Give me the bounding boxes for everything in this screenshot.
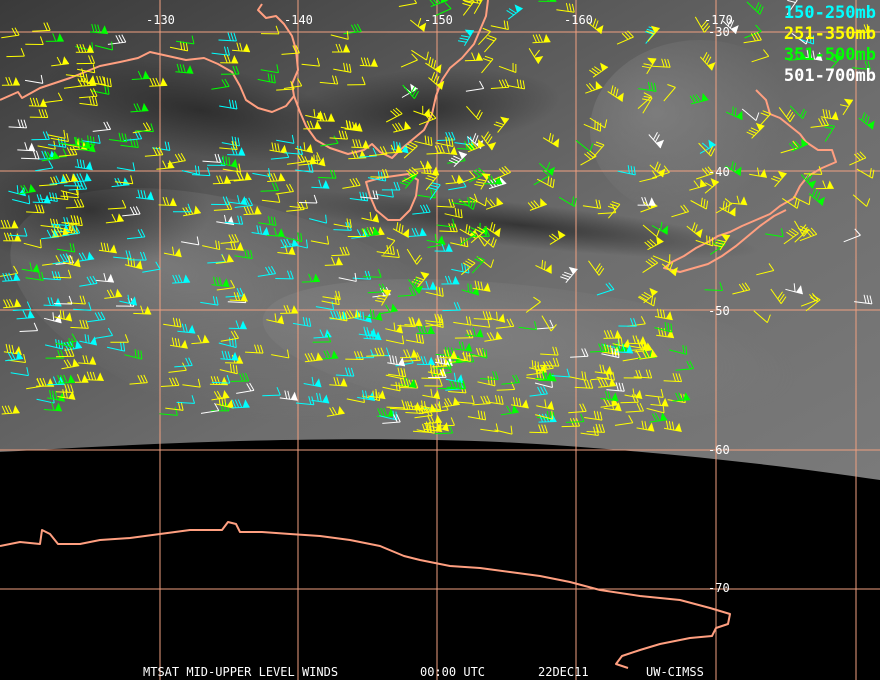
legend-251-350mb: 251-350mb bbox=[783, 24, 876, 44]
lat-label-70: -70 bbox=[708, 581, 730, 595]
lon-label-160: -160 bbox=[564, 13, 593, 27]
lat-label-50: -50 bbox=[708, 304, 730, 318]
lat-label-40: -40 bbox=[708, 165, 730, 179]
footer-product: MTSAT MID-UPPER LEVEL WINDS bbox=[143, 665, 339, 679]
footer-source: UW-CIMSS bbox=[646, 665, 704, 679]
legend-150-250mb: 150-250mb bbox=[783, 3, 876, 23]
lat-label-60: -60 bbox=[708, 443, 730, 457]
coastline-antarctica bbox=[0, 521, 731, 669]
map-canvas bbox=[0, 0, 880, 680]
lon-label-150: -150 bbox=[424, 13, 453, 27]
satellite-wind-map: -130 -140 -150 -160 -170 -30 -40 -50 -60… bbox=[0, 0, 880, 680]
footer-time: 00:00 UTC bbox=[420, 665, 486, 679]
legend-501-700mb: 501-700mb bbox=[783, 66, 876, 86]
footer-date: 22DEC11 bbox=[538, 665, 589, 679]
lon-label-130: -130 bbox=[146, 13, 175, 27]
legend-351-500mb: 351-500mb bbox=[783, 45, 876, 65]
lat-label-30: -30 bbox=[708, 25, 730, 39]
lon-label-140: -140 bbox=[284, 13, 313, 27]
